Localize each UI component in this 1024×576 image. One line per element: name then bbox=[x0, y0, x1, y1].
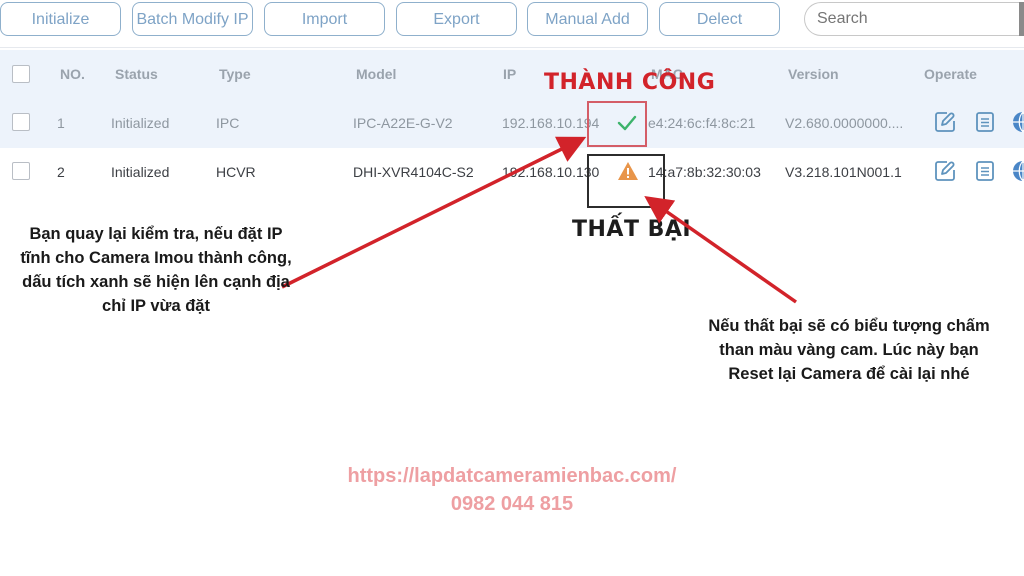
row-checkbox[interactable] bbox=[12, 162, 30, 180]
header-status: Status bbox=[115, 66, 158, 82]
header-operate: Operate bbox=[924, 66, 977, 82]
watermark-phone: 0982 044 815 bbox=[450, 493, 574, 515]
web-icon[interactable] bbox=[1011, 110, 1024, 134]
row-status: Initialized bbox=[111, 164, 170, 180]
success-label: THÀNH CÔNG bbox=[544, 70, 716, 95]
details-icon[interactable] bbox=[973, 159, 997, 183]
batch-modify-ip-button[interactable]: Batch Modify IP bbox=[132, 2, 253, 36]
row-type: IPC bbox=[216, 115, 240, 131]
details-icon[interactable] bbox=[973, 110, 997, 134]
note-fail-explanation: Nếu thất bại sẽ có biểu tượng chấm than … bbox=[708, 317, 990, 383]
watermark-url: https://lapdatcameramienbac.com/ bbox=[347, 465, 677, 487]
header-version: Version bbox=[788, 66, 839, 82]
fail-highlight-box bbox=[587, 154, 665, 208]
row-checkbox[interactable] bbox=[12, 113, 30, 131]
fail-label: THẤT BẠI bbox=[572, 217, 692, 242]
header-model: Model bbox=[356, 66, 397, 82]
initialize-button[interactable]: Initialize bbox=[0, 2, 121, 36]
header-ip: IP bbox=[503, 66, 517, 82]
row-version: V3.218.101N001.1 bbox=[785, 164, 902, 180]
table-header: NO. Status Type Model IP MAC Version Ope… bbox=[0, 50, 1024, 98]
row-type: HCVR bbox=[216, 164, 256, 180]
table-row[interactable]: 1 Initialized IPC IPC-A22E-G-V2 192.168.… bbox=[0, 98, 1024, 148]
import-button[interactable]: Import bbox=[264, 2, 385, 36]
row-ip: 192.168.10.194 bbox=[502, 115, 600, 131]
row-version: V2.680.0000000.... bbox=[785, 115, 904, 131]
header-type: Type bbox=[219, 66, 251, 82]
row-status: Initialized bbox=[111, 115, 170, 131]
arrow-to-fail bbox=[644, 195, 798, 304]
row-mac: e4:24:6c:f4:8c:21 bbox=[648, 115, 756, 131]
edit-icon[interactable] bbox=[933, 110, 957, 134]
header-no: NO. bbox=[60, 66, 85, 82]
delete-button[interactable]: Delect bbox=[659, 2, 780, 36]
web-icon[interactable] bbox=[1011, 159, 1024, 183]
success-highlight-box bbox=[587, 101, 647, 147]
search-input[interactable] bbox=[804, 2, 1024, 36]
scrollbar[interactable] bbox=[1019, 2, 1024, 36]
watermark: https://lapdatcameramienbac.com/ 0982 04… bbox=[300, 462, 724, 518]
edit-icon[interactable] bbox=[933, 159, 957, 183]
divider bbox=[0, 47, 1024, 48]
row-ip: 192.168.10.130 bbox=[502, 164, 600, 180]
select-all-checkbox[interactable] bbox=[12, 65, 30, 83]
row-model: IPC-A22E-G-V2 bbox=[353, 115, 453, 131]
table-row[interactable]: 2 Initialized HCVR DHI-XVR4104C-S2 192.1… bbox=[0, 148, 1024, 196]
toolbar: Initialize Batch Modify IP Import Export… bbox=[0, 0, 1024, 48]
row-no: 1 bbox=[57, 115, 65, 131]
row-model: DHI-XVR4104C-S2 bbox=[353, 164, 474, 180]
manual-add-button[interactable]: Manual Add bbox=[527, 2, 648, 36]
export-button[interactable]: Export bbox=[396, 2, 517, 36]
row-no: 2 bbox=[57, 164, 65, 180]
note-success-explanation: Bạn quay lại kiểm tra, nếu đặt IP tĩnh c… bbox=[20, 225, 292, 315]
